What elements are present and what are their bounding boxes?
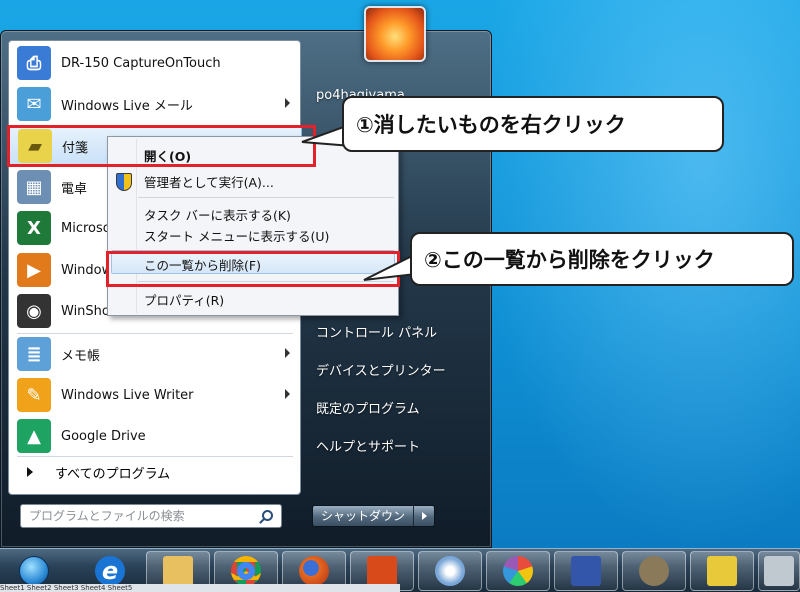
- program-google-drive[interactable]: ▲ Google Drive: [9, 416, 302, 456]
- program-label: メモ帳: [61, 348, 101, 364]
- internet-explorer-icon: e: [95, 556, 125, 586]
- taskbar-window[interactable]: [758, 551, 800, 591]
- highlight-box-sticky-notes: [7, 125, 316, 167]
- shutdown-button[interactable]: シャットダウン: [312, 505, 436, 527]
- shutdown-label: シャットダウン: [313, 506, 415, 526]
- explorer-icon: [163, 556, 193, 586]
- shutdown-options-button[interactable]: [414, 506, 434, 526]
- calculator-icon: ▦: [17, 170, 51, 204]
- menu-item-pin-taskbar[interactable]: タスク バーに表示する(K): [144, 205, 291, 224]
- callout-step2: ②この一覧から削除をクリック: [410, 232, 794, 286]
- scanner-icon: ⎙: [17, 46, 51, 80]
- paint-icon: [435, 556, 465, 586]
- google-drive-icon: ▲: [17, 419, 51, 453]
- app-icon: [571, 556, 601, 586]
- user-picture[interactable]: [364, 6, 426, 62]
- right-item-control-panel[interactable]: コントロール パネル: [316, 322, 437, 341]
- submenu-arrow-icon[interactable]: [285, 389, 290, 399]
- program-label: 電卓: [61, 181, 88, 197]
- search-icon[interactable]: [262, 510, 273, 521]
- expand-arrow-icon: [27, 467, 33, 477]
- program-dr150[interactable]: ⎙ DR-150 CaptureOnTouch: [9, 43, 302, 83]
- highlight-box-remove-item: [106, 251, 400, 287]
- excel-icon: X: [17, 211, 51, 245]
- right-item-default-programs[interactable]: 既定のプログラム: [316, 398, 420, 417]
- sheet-tabs[interactable]: Sheet1 Sheet2 Sheet3 Sheet4 Sheet5: [0, 584, 400, 592]
- search-placeholder: プログラムとファイルの検索: [29, 509, 185, 523]
- taskbar-app[interactable]: [554, 551, 618, 591]
- taskbar-picasa[interactable]: [486, 551, 550, 591]
- program-label: Windows Live メール: [61, 98, 193, 114]
- callout-step1: ①消したいものを右クリック: [342, 96, 724, 152]
- all-programs-label: すべてのプログラム: [55, 466, 171, 482]
- media-player-icon: ▶: [17, 253, 51, 287]
- program-label: DR-150 CaptureOnTouch: [61, 55, 221, 71]
- right-item-help-support[interactable]: ヘルプとサポート: [316, 436, 420, 455]
- firefox-icon: [299, 556, 329, 586]
- picasa-icon: [503, 556, 533, 586]
- program-windows-live-writer[interactable]: ✎ Windows Live Writer: [9, 375, 302, 415]
- submenu-arrow-icon[interactable]: [285, 348, 290, 358]
- winshot-icon: ◉: [17, 294, 51, 328]
- menu-item-properties[interactable]: プロパティ(R): [144, 290, 224, 309]
- taskbar-sticky-notes[interactable]: [690, 551, 754, 591]
- chevron-right-icon: [421, 512, 427, 520]
- callout-step2-text: ②この一覧から削除をクリック: [424, 248, 715, 272]
- callout-step1-text: ①消したいものを右クリック: [356, 113, 626, 137]
- taskbar-paint[interactable]: [418, 551, 482, 591]
- search-input[interactable]: プログラムとファイルの検索: [20, 504, 282, 528]
- submenu-arrow-icon[interactable]: [285, 98, 290, 108]
- program-label: Windows Live Writer: [61, 387, 194, 403]
- all-programs-button[interactable]: すべてのプログラム: [9, 457, 302, 487]
- start-orb-icon: [19, 556, 49, 586]
- menu-item-run-as-admin[interactable]: 管理者として実行(A)...: [144, 172, 274, 191]
- window-icon: [764, 556, 794, 586]
- chrome-icon: [231, 556, 261, 586]
- writer-icon: ✎: [17, 378, 51, 412]
- taskbar-gimp[interactable]: [622, 551, 686, 591]
- program-notepad[interactable]: ≣ メモ帳: [9, 334, 302, 374]
- sticky-icon: [707, 556, 737, 586]
- program-windows-live-mail[interactable]: ✉ Windows Live メール: [9, 84, 302, 124]
- notepad-icon: ≣: [17, 337, 51, 371]
- menu-separator: [138, 197, 394, 198]
- uac-shield-icon: [116, 173, 132, 191]
- program-label: Google Drive: [61, 428, 146, 444]
- menu-item-pin-start[interactable]: スタート メニューに表示する(U): [144, 226, 329, 245]
- office-icon: [367, 556, 397, 586]
- gimp-icon: [639, 556, 669, 586]
- mail-icon: ✉: [17, 87, 51, 121]
- right-item-devices-printers[interactable]: デバイスとプリンター: [316, 360, 446, 379]
